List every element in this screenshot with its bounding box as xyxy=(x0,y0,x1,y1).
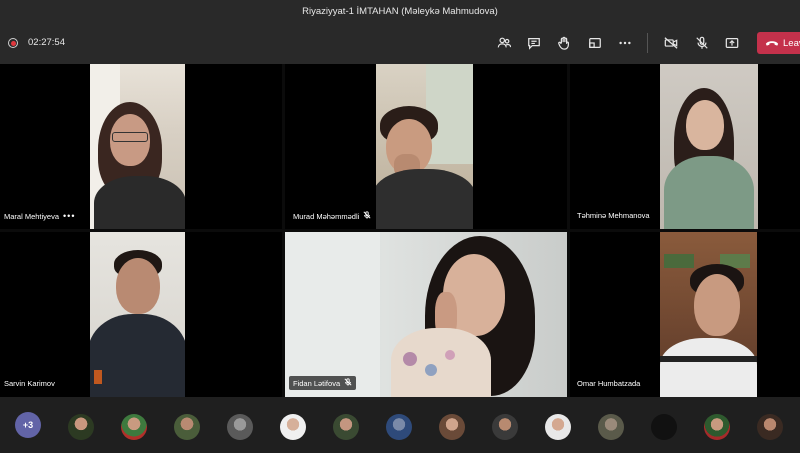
phone-hangup-icon xyxy=(765,41,779,46)
participant-avatar[interactable] xyxy=(174,414,200,440)
participant-avatar[interactable] xyxy=(227,414,253,440)
more-actions-icon[interactable] xyxy=(615,33,635,53)
participant-avatar[interactable] xyxy=(386,414,412,440)
participant-tile[interactable]: Maral Mehtiyeva ••• xyxy=(0,64,282,229)
participant-avatar[interactable] xyxy=(439,414,465,440)
participant-avatar[interactable] xyxy=(280,414,306,440)
participant-name-tag: Fidan Lətifova xyxy=(289,376,357,390)
participant-video xyxy=(376,64,473,229)
chat-icon[interactable] xyxy=(524,33,544,53)
participant-name: Fidan Lətifova xyxy=(293,378,341,388)
participant-tile[interactable]: Murad Məhəmmədli xyxy=(285,64,567,229)
participant-avatar[interactable] xyxy=(704,414,730,440)
participant-video xyxy=(90,232,185,397)
participant-video xyxy=(90,64,185,229)
leave-label: Leave xyxy=(783,37,800,49)
meeting-toolbar: 02:27:54 Leave xyxy=(0,22,800,64)
video-grid: Maral Mehtiyeva ••• Murad Məhəmmədli Təh… xyxy=(0,64,800,397)
participant-name: Murad Məhəmmədli xyxy=(293,211,360,221)
participant-name-tag: Maral Mehtiyeva ••• xyxy=(4,211,75,221)
participant-name: Maral Mehtiyeva xyxy=(4,211,60,221)
participant-avatar[interactable] xyxy=(598,414,624,440)
participant-name: Sarvin Karimov xyxy=(4,379,55,388)
mic-off-icon[interactable] xyxy=(692,33,712,53)
share-tray-icon[interactable] xyxy=(722,33,742,53)
participant-tile[interactable]: Təhminə Mehmanova xyxy=(570,64,800,229)
participant-avatar[interactable] xyxy=(68,414,94,440)
window-title-bar: Riyaziyyat-1 İMTAHAN (Məleykə Mahmudova) xyxy=(0,0,800,22)
mic-off-icon xyxy=(363,211,371,221)
meeting-timer: 02:27:54 xyxy=(28,37,65,48)
more-participants-badge[interactable]: +3 xyxy=(15,412,41,438)
raise-hand-icon[interactable] xyxy=(554,33,574,53)
window-title: Riyaziyyat-1 İMTAHAN (Məleykə Mahmudova) xyxy=(302,5,498,17)
toolbar-divider xyxy=(647,33,648,53)
participant-roster: +3 xyxy=(0,397,800,453)
participant-name-tag: Təhminə Mehmanova xyxy=(577,211,650,220)
recording-icon xyxy=(8,38,18,48)
mic-off-icon xyxy=(344,378,352,388)
participant-tile[interactable]: Omar Humbatzada xyxy=(570,232,800,397)
participant-video xyxy=(285,232,567,397)
participant-avatar[interactable] xyxy=(333,414,359,440)
more-options-icon[interactable]: ••• xyxy=(63,211,75,221)
participant-name: Təhminə Mehmanova xyxy=(577,211,650,220)
participant-video xyxy=(660,64,758,229)
camera-off-icon[interactable] xyxy=(661,33,681,53)
participant-avatar[interactable] xyxy=(651,414,677,440)
participant-name: Omar Humbatzada xyxy=(577,379,641,388)
participant-video xyxy=(660,232,757,397)
participant-avatar[interactable] xyxy=(757,414,783,440)
participant-avatar[interactable] xyxy=(492,414,518,440)
participant-name-tag: Sarvin Karimov xyxy=(4,379,55,388)
participant-name-tag: Omar Humbatzada xyxy=(577,379,640,388)
breakout-rooms-icon[interactable] xyxy=(585,33,605,53)
participant-tile[interactable]: Fidan Lətifova xyxy=(285,232,567,397)
leave-button[interactable]: Leave xyxy=(757,32,800,54)
participant-name-tag: Murad Məhəmmədli xyxy=(293,211,371,221)
participant-avatar[interactable] xyxy=(121,414,147,440)
participants-icon[interactable] xyxy=(494,33,514,53)
participant-tile[interactable]: Sarvin Karimov xyxy=(0,232,282,397)
participant-avatar[interactable] xyxy=(545,414,571,440)
